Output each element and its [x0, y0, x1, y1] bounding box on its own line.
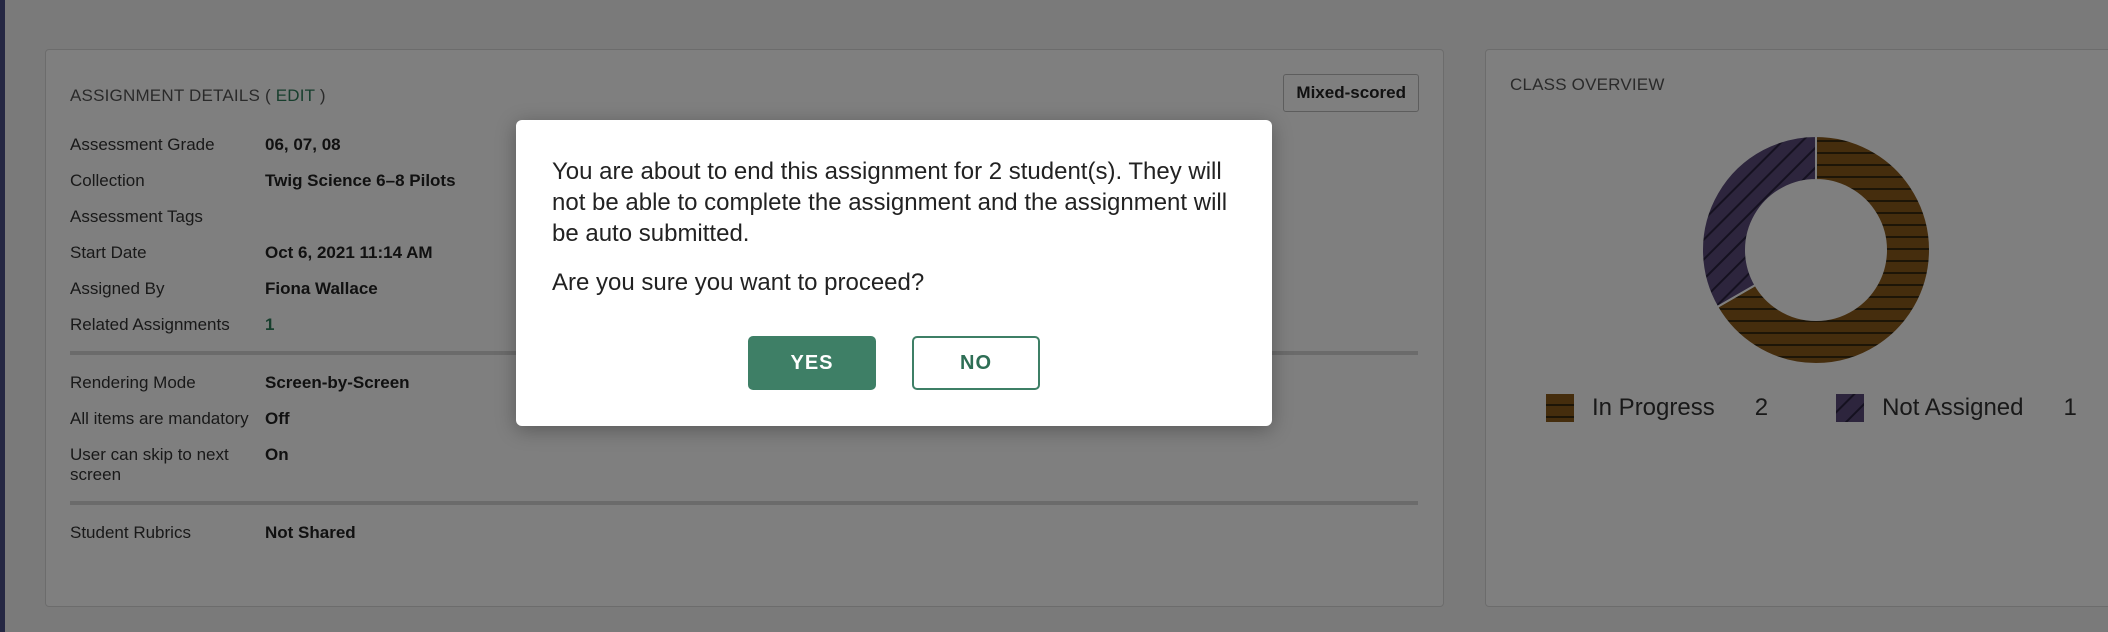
- yes-button[interactable]: YES: [748, 336, 876, 390]
- dialog-question: Are you sure you want to proceed?: [552, 269, 925, 296]
- no-button[interactable]: NO: [912, 336, 1040, 390]
- end-assignment-dialog: You are about to end this assignment for…: [516, 120, 1272, 426]
- dialog-message: You are about to end this assignment for…: [552, 158, 1228, 247]
